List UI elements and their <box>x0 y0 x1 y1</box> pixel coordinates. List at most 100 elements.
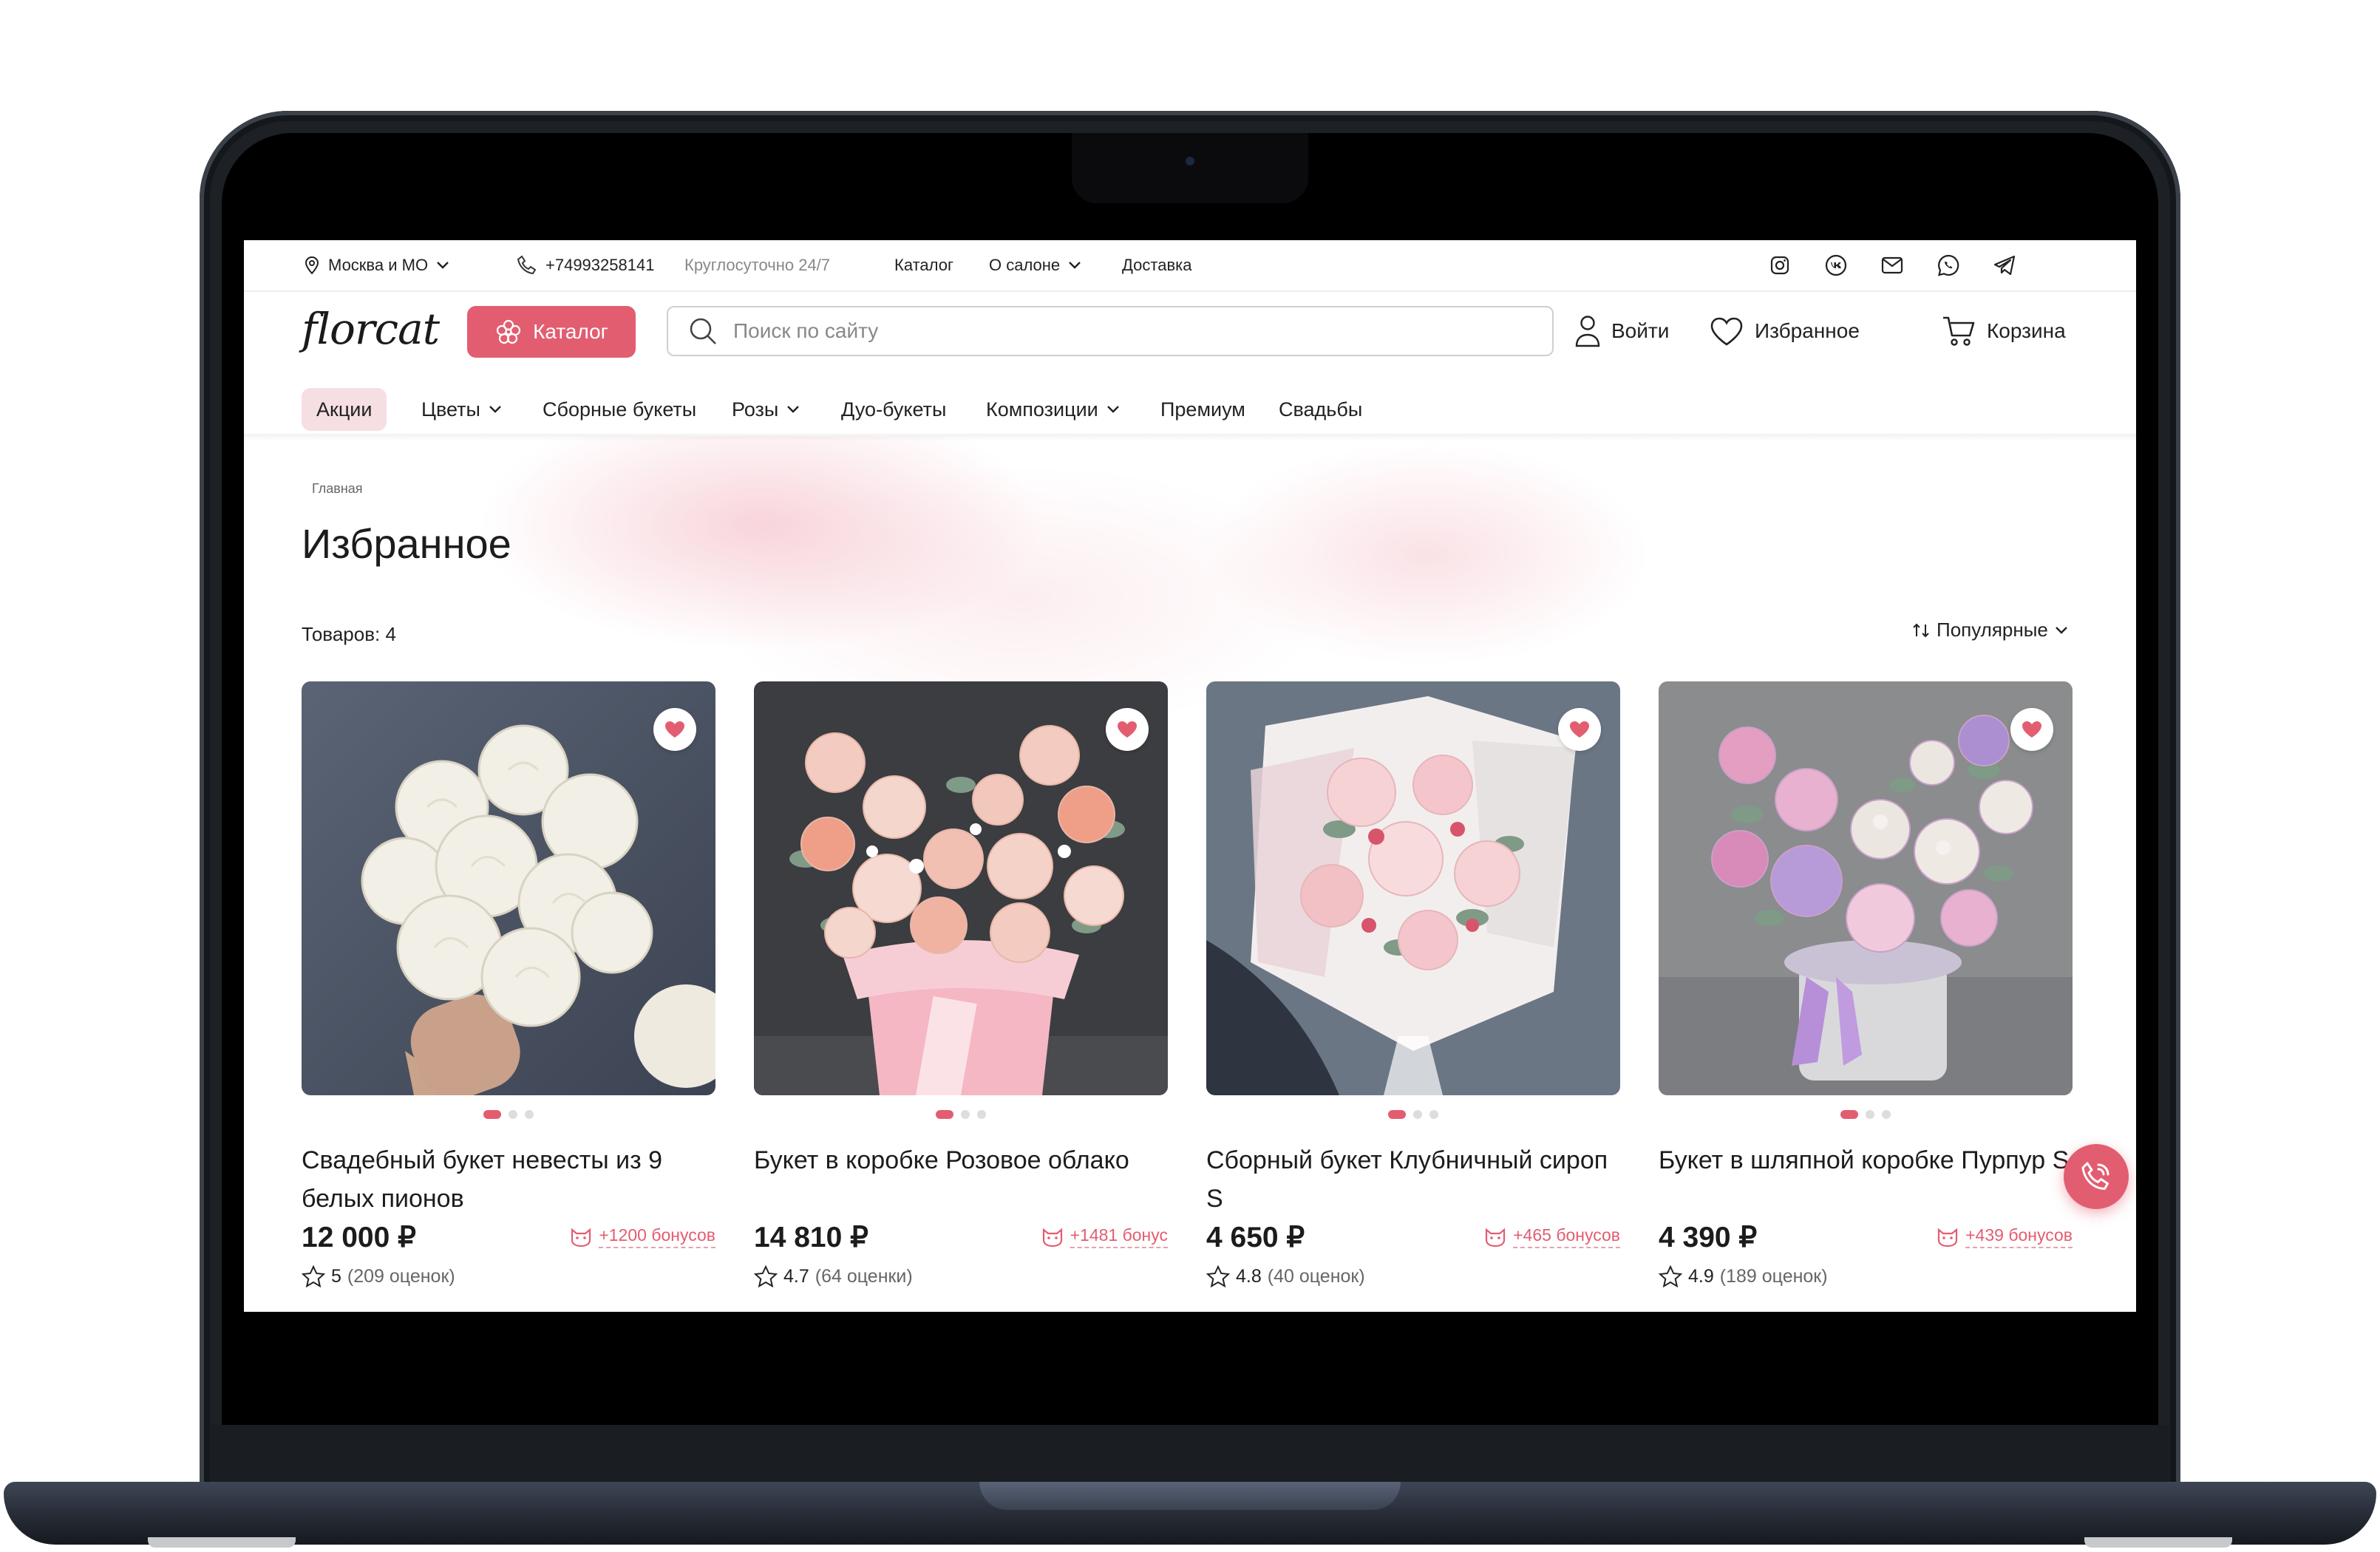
user-icon <box>1575 316 1600 347</box>
nav-item-premium[interactable]: Премиум <box>1160 388 1245 431</box>
product-title[interactable]: Сборный букет Клубничный сироп S <box>1206 1141 1620 1218</box>
nav-label: Акции <box>316 398 373 421</box>
hours-label: Круглосуточно 24/7 <box>684 256 831 274</box>
phone-link[interactable]: +74993258141 <box>516 240 654 290</box>
favorite-toggle[interactable] <box>1106 708 1149 751</box>
instagram-icon[interactable] <box>1765 251 1795 280</box>
product-title[interactable]: Букет в коробке Розовое облако <box>754 1141 1168 1180</box>
top-link-catalog[interactable]: Каталог <box>894 240 953 290</box>
product-rating: 4.7 (64 оценки) <box>754 1265 913 1287</box>
nav-item-mixed-bouquets[interactable]: Сборные букеты <box>543 388 696 431</box>
carousel-dot[interactable] <box>1840 1110 1858 1119</box>
heart-filled-icon <box>2022 721 2041 738</box>
favorites-button[interactable]: Избранное <box>1709 305 1860 357</box>
vk-icon[interactable] <box>1821 251 1851 280</box>
white-peonies-photo <box>302 681 715 1095</box>
carousel-dot[interactable] <box>1866 1110 1874 1119</box>
favorite-toggle[interactable] <box>1558 708 1601 751</box>
product-photo[interactable] <box>754 681 1168 1095</box>
product-card[interactable]: Букет в коробке Розовое облако 14 810 ₽ … <box>754 681 1168 1287</box>
pink-box-bouquet-photo <box>754 681 1168 1095</box>
carousel-dot[interactable] <box>1413 1110 1422 1119</box>
heart-filled-icon <box>665 721 684 738</box>
favorites-label: Избранное <box>1755 319 1860 342</box>
carousel-dot[interactable] <box>483 1110 501 1119</box>
product-photo[interactable] <box>1206 681 1620 1095</box>
product-count: Товаров: 4 <box>302 623 396 645</box>
product-price: 12 000 ₽ <box>302 1222 416 1253</box>
product-title[interactable]: Свадебный букет невесты из 9 белых пионо… <box>302 1141 715 1218</box>
phone-icon <box>517 255 537 275</box>
favorite-toggle[interactable] <box>2010 708 2053 751</box>
carousel-dots[interactable] <box>1206 1110 1620 1119</box>
carousel-dots[interactable] <box>1659 1110 2073 1119</box>
sort-label: Популярные <box>1937 619 2048 641</box>
nav-item-roses[interactable]: Розы <box>732 388 800 431</box>
product-card[interactable]: Сборный букет Клубничный сироп S 4 650 ₽… <box>1206 681 1620 1287</box>
chevron-down-icon <box>1069 262 1081 269</box>
region-selector[interactable]: Москва и МО <box>303 240 450 290</box>
nav-label: Розы <box>732 398 779 421</box>
carousel-dot[interactable] <box>1429 1110 1438 1119</box>
bezel-bottom <box>211 1425 2169 1485</box>
telegram-icon[interactable] <box>1990 251 2019 280</box>
search-icon <box>690 318 716 344</box>
product-card[interactable]: Свадебный букет невесты из 9 белых пионо… <box>302 681 715 1287</box>
bonus-label: +1481 бонус <box>1070 1225 1168 1248</box>
nav-item-flowers[interactable]: Цветы <box>421 388 503 431</box>
cat-icon <box>1938 1228 1958 1247</box>
mail-icon[interactable] <box>1877 251 1907 280</box>
bonus-badge: +465 бонусов <box>1483 1225 1620 1248</box>
bonus-label: +439 бонусов <box>1965 1225 2073 1248</box>
carousel-dot[interactable] <box>1388 1110 1406 1119</box>
carousel-dot[interactable] <box>1882 1110 1891 1119</box>
product-photo[interactable] <box>302 681 715 1095</box>
login-label: Войти <box>1611 319 1670 342</box>
reviews-count: (189 оценок) <box>1719 1265 1828 1287</box>
carousel-dot[interactable] <box>509 1110 517 1119</box>
login-button[interactable]: Войти <box>1574 305 1669 357</box>
site-logo[interactable]: florcat <box>302 304 440 354</box>
call-button[interactable] <box>2064 1144 2129 1209</box>
nav-item-compositions[interactable]: Композиции <box>986 388 1121 431</box>
cart-label: Корзина <box>1987 319 2066 342</box>
location-pin-icon <box>305 256 319 275</box>
product-rating: 4.8 (40 оценок) <box>1206 1265 1365 1287</box>
nav-item-duo-bouquets[interactable]: Дуо-букеты <box>841 388 946 431</box>
top-link-about[interactable]: О салоне <box>989 240 1082 290</box>
cat-icon <box>1486 1228 1506 1247</box>
cart-icon <box>1943 316 1975 346</box>
carousel-dots[interactable] <box>302 1110 715 1119</box>
carousel-dot[interactable] <box>977 1110 986 1119</box>
top-link-delivery[interactable]: Доставка <box>1122 240 1191 290</box>
product-card[interactable]: Букет в шляпной коробке Пурпур S 4 390 ₽… <box>1659 681 2073 1287</box>
whatsapp-icon[interactable] <box>1934 251 1963 280</box>
category-nav: Акции Цветы Сборные букеты Розы Дуо-буке… <box>244 373 2136 440</box>
product-title[interactable]: Букет в шляпной коробке Пурпур S <box>1659 1141 2073 1180</box>
rating-value: 5 <box>331 1265 341 1287</box>
nav-label: Композиции <box>986 398 1098 421</box>
carousel-dot[interactable] <box>961 1110 970 1119</box>
carousel-dot[interactable] <box>936 1110 953 1119</box>
product-rating: 5 (209 оценок) <box>302 1265 455 1287</box>
region-label: Москва и МО <box>328 256 429 274</box>
carousel-dots[interactable] <box>754 1110 1168 1119</box>
catalog-button[interactable]: Каталог <box>467 306 636 358</box>
nav-divider <box>244 434 2136 441</box>
heart-icon <box>1710 317 1743 346</box>
nav-item-sale[interactable]: Акции <box>302 388 387 431</box>
chevron-down-icon <box>2056 626 2067 634</box>
product-rating: 4.9 (189 оценок) <box>1659 1265 1828 1287</box>
browser-screen: Москва и МО +74993258141 Круглосуточно 2… <box>244 240 2136 1312</box>
carousel-dot[interactable] <box>525 1110 534 1119</box>
search-box[interactable] <box>667 306 1554 356</box>
breadcrumb[interactable]: Главная <box>312 481 363 497</box>
nav-item-weddings[interactable]: Свадьбы <box>1279 388 1362 431</box>
cart-button[interactable]: Корзина <box>1941 305 2066 357</box>
sort-dropdown[interactable]: Популярные <box>1911 619 2069 641</box>
product-photo[interactable] <box>1659 681 2073 1095</box>
search-input[interactable] <box>732 319 1474 344</box>
favorite-toggle[interactable] <box>653 708 696 751</box>
bonus-label: +1200 бонусов <box>599 1225 715 1248</box>
catalog-button-label: Каталог <box>533 320 608 343</box>
